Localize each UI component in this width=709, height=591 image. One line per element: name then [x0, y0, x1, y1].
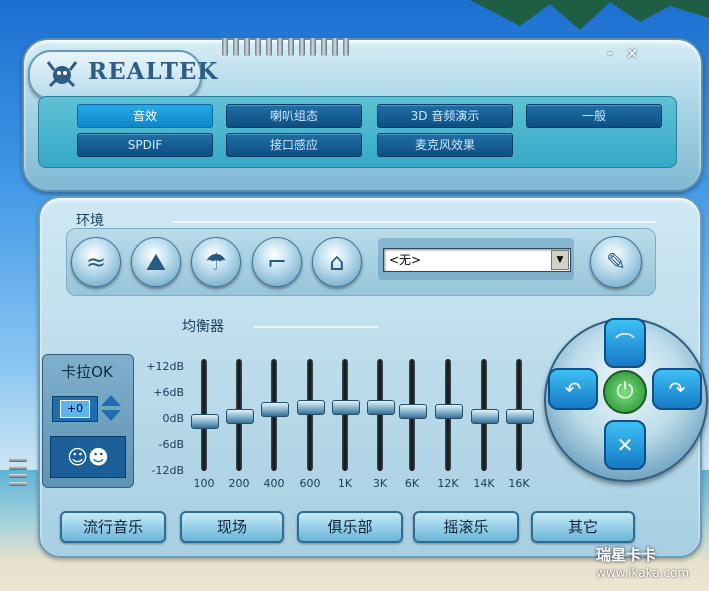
karaoke-value-display: +0 — [52, 396, 98, 422]
eq-db-label: 0dB — [162, 412, 184, 425]
rainbow-up-icon[interactable]: ⌒ — [604, 318, 646, 368]
window-grip[interactable] — [222, 38, 352, 58]
equalizer-title: 均衡器 — [182, 319, 224, 335]
eq-band-label: 12K — [437, 477, 459, 490]
eq-db-label: +6dB — [153, 386, 184, 399]
realtek-crab-icon — [46, 61, 78, 88]
karaoke-icon[interactable]: ☺☻ — [50, 436, 126, 478]
tab-spdif[interactable]: SPDIF — [77, 133, 213, 157]
environment-select[interactable]: <无> ▼ — [383, 248, 571, 272]
eq-band-label: 1K — [337, 477, 353, 490]
eq-slider-3K[interactable] — [367, 399, 395, 415]
pipe-icon[interactable]: ⌐ — [252, 237, 302, 287]
eq-slider-12K[interactable] — [435, 404, 463, 420]
chevron-down-icon[interactable]: ▼ — [551, 250, 569, 270]
side-handle[interactable] — [9, 458, 27, 496]
eq-slider-16K[interactable] — [506, 409, 534, 424]
eq-track — [307, 359, 313, 471]
environment-select-value: <无> — [389, 253, 422, 267]
underwater-icon[interactable]: ≈ — [71, 237, 121, 287]
watermark-logo: 瑞星卡卡 — [596, 546, 657, 564]
preset-live-button[interactable]: 现场 — [180, 511, 284, 543]
karaoke-stepper[interactable] — [100, 394, 122, 422]
eq-slider-14K[interactable] — [471, 409, 499, 424]
stepper-up-icon[interactable] — [101, 395, 121, 406]
left-arrow-icon[interactable]: ↶ — [548, 368, 598, 410]
power-icon[interactable]: ⏻ — [603, 370, 647, 414]
preset-club-button[interactable]: 俱乐部 — [297, 511, 403, 543]
preset-other-button[interactable]: 其它 — [531, 511, 635, 543]
edit-icon[interactable]: ✎ — [590, 236, 642, 288]
eq-band-label: 100 — [193, 477, 215, 490]
eq-slider-400[interactable] — [261, 402, 289, 417]
stepper-down-icon[interactable] — [101, 410, 121, 421]
eq-slider-600[interactable] — [297, 399, 325, 415]
tab-general[interactable]: 一般 — [526, 104, 662, 128]
tab-sound-effects[interactable]: 音效 — [77, 104, 213, 128]
palm-leaves-image — [470, 0, 709, 30]
reset-x-icon[interactable]: ✕ — [604, 420, 646, 470]
eq-slider-100[interactable] — [191, 413, 219, 429]
eq-track — [377, 359, 383, 471]
tab-3d-audio-demo[interactable]: 3D 音频演示 — [377, 104, 513, 128]
eq-db-label: +12dB — [146, 360, 184, 373]
shower-icon[interactable]: ☂ — [191, 237, 241, 287]
eq-band-label: 16K — [508, 477, 530, 490]
eq-band-label: 6K — [404, 477, 420, 490]
opera-house-icon[interactable]: ⛰ — [131, 237, 181, 287]
karaoke-title: 卡拉OK — [61, 363, 113, 381]
eq-band-label: 400 — [263, 477, 285, 490]
eq-slider-6K[interactable] — [399, 404, 427, 420]
eq-slider-200[interactable] — [226, 409, 254, 424]
tab-speaker-config[interactable]: 喇叭组态 — [226, 104, 362, 128]
eq-slider-1K[interactable] — [332, 399, 360, 415]
environment-title: 环境 — [76, 213, 104, 229]
minimize-button[interactable]: - — [607, 44, 613, 62]
close-button[interactable]: × — [626, 44, 639, 62]
equalizer-divider — [254, 326, 378, 328]
tab-mic-effects[interactable]: 麦克风效果 — [377, 133, 513, 157]
eq-db-label: -12dB — [151, 464, 185, 477]
realtek-logo-text: REALTEK — [88, 58, 219, 85]
preset-pop-button[interactable]: 流行音乐 — [60, 511, 166, 543]
tab-jack-sensing[interactable]: 接口感应 — [226, 133, 362, 157]
eq-band-label: 200 — [228, 477, 250, 490]
environment-divider — [172, 221, 656, 223]
eq-band-label: 14K — [473, 477, 495, 490]
eq-band-label: 3K — [372, 477, 388, 490]
colosseum-icon[interactable]: ⌂ — [312, 237, 362, 287]
eq-track — [342, 359, 348, 471]
eq-db-label: -6dB — [158, 438, 185, 451]
karaoke-value: +0 — [60, 400, 90, 418]
preset-rock-button[interactable]: 摇滚乐 — [413, 511, 519, 543]
watermark-text: www.ikaka.com — [596, 566, 690, 580]
right-arrow-icon[interactable]: ↷ — [652, 368, 702, 410]
eq-band-label: 600 — [299, 477, 321, 490]
